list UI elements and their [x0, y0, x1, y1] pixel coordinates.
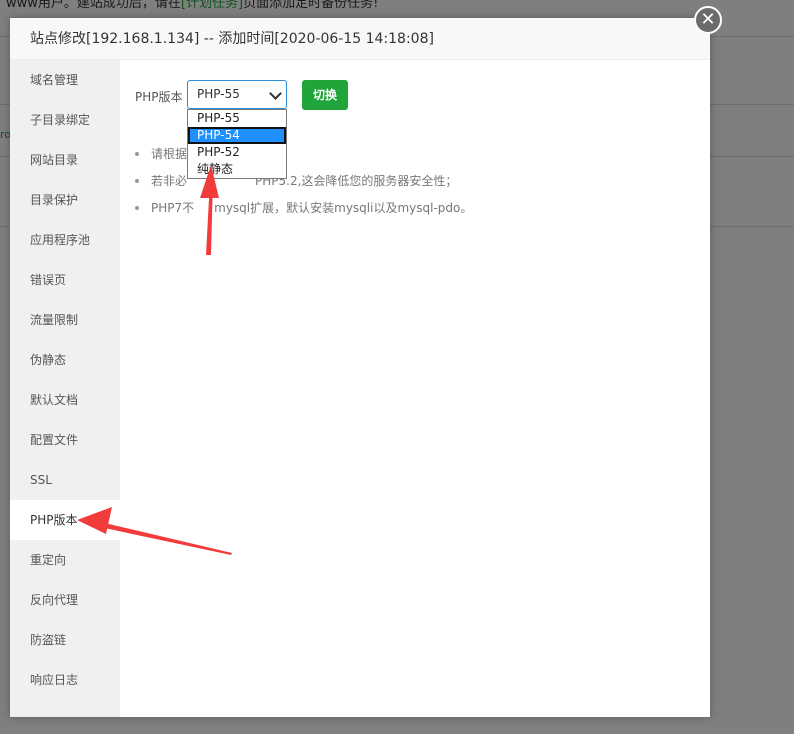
switch-button[interactable]: 切换	[302, 80, 348, 110]
sidebar-item-reverse-proxy[interactable]: 反向代理	[10, 580, 120, 620]
close-icon[interactable]: ✕	[694, 6, 722, 34]
php-version-dropdown: PHP-55 PHP-54 PHP-52 纯静态	[187, 109, 287, 179]
dropdown-option-static[interactable]: 纯静态	[188, 161, 286, 178]
sidebar-item-php-version[interactable]: PHP版本	[10, 500, 120, 540]
tips-list: 请根据版本 若非必PHP5.2,这会降低您的服务器安全性； PHP7不mysql…	[135, 146, 472, 227]
sidebar-item-traffic-limit[interactable]: 流量限制	[10, 300, 120, 340]
sidebar-item-response-log[interactable]: 响应日志	[10, 660, 120, 700]
site-edit-dialog: 站点修改[192.168.1.134] -- 添加时间[2020-06-15 1…	[10, 18, 710, 717]
chevron-down-icon	[269, 87, 282, 100]
dropdown-option-php55[interactable]: PHP-55	[188, 110, 286, 127]
dialog-title: 站点修改[192.168.1.134] -- 添加时间[2020-06-15 1…	[10, 18, 710, 60]
sidebar-item-ssl[interactable]: SSL	[10, 460, 120, 500]
sidebar-item-config-file[interactable]: 配置文件	[10, 420, 120, 460]
list-item: PHP7不 mysql扩展，默认安装mysqli以及mysql-pdo。	[135, 200, 472, 227]
php-version-select[interactable]: PHP-55	[187, 80, 287, 109]
sidebar-item-rewrite[interactable]: 伪静态	[10, 340, 120, 380]
sidebar-item-site-directory[interactable]: 网站目录	[10, 140, 120, 180]
sidebar-item-hotlink-protection[interactable]: 防盗链	[10, 620, 120, 660]
sidebar-item-dir-protection[interactable]: 目录保护	[10, 180, 120, 220]
sidebar-item-error-page[interactable]: 错误页	[10, 260, 120, 300]
sidebar-item-default-doc[interactable]: 默认文档	[10, 380, 120, 420]
sidebar-item-subdir-binding[interactable]: 子目录绑定	[10, 100, 120, 140]
sidebar-item-domain[interactable]: 域名管理	[10, 60, 120, 100]
php-select-value: PHP-55	[197, 87, 240, 101]
dropdown-option-php52[interactable]: PHP-52	[188, 144, 286, 161]
dropdown-option-php54[interactable]: PHP-54	[188, 127, 286, 144]
list-item: 若非必 PHP5.2,这会降低您的服务器安全性；	[135, 173, 472, 200]
sidebar-item-redirect[interactable]: 重定向	[10, 540, 120, 580]
list-item: 请根据版本	[135, 146, 472, 173]
sidebar-item-app-pool[interactable]: 应用程序池	[10, 220, 120, 260]
php-version-label: PHP版本	[135, 90, 183, 104]
settings-sidebar: 域名管理 子目录绑定 网站目录 目录保护 应用程序池 错误页 流量限制 伪静态 …	[10, 60, 120, 717]
